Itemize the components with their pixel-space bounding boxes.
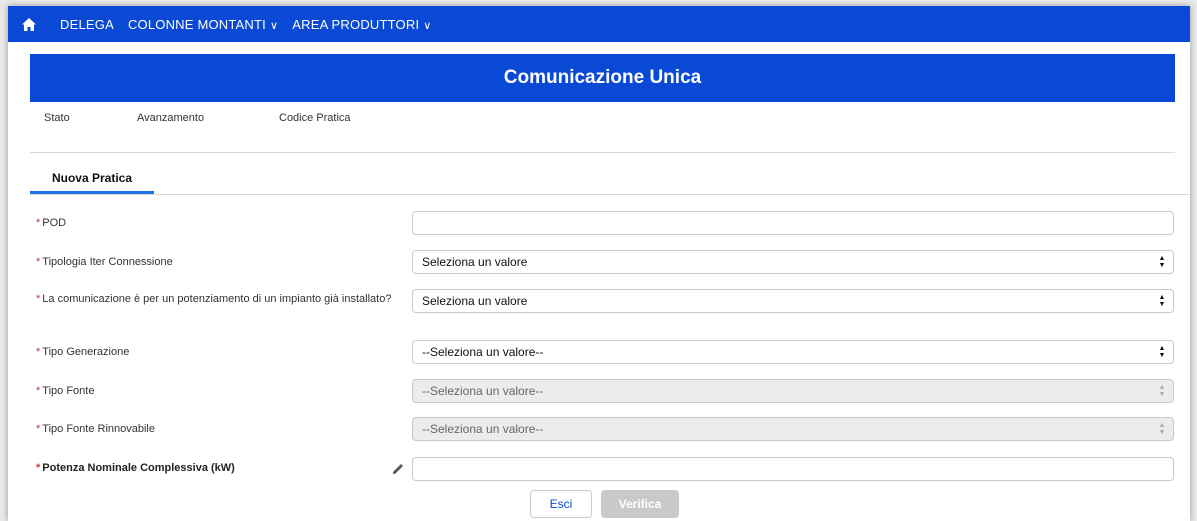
divider: [30, 194, 1190, 195]
tipo-fonte-value: --Seleziona un valore--: [422, 384, 544, 398]
tipo-generazione-label-text: Tipo Generazione: [42, 346, 130, 358]
esci-button-label: Esci: [549, 497, 573, 511]
required-marker: *: [36, 256, 41, 268]
tipologia-select[interactable]: Seleziona un valore ▲ ▼: [412, 250, 1174, 274]
pod-label: * POD: [36, 216, 66, 230]
esci-button[interactable]: Esci: [530, 490, 592, 518]
potenziamento-select[interactable]: Seleziona un valore ▲ ▼: [412, 289, 1174, 313]
required-marker: *: [36, 293, 41, 305]
top-navigation: DELEGA COLONNE MONTANTI ∨ AREA PRODUTTOR…: [8, 6, 1190, 42]
tipo-generazione-value: --Seleziona un valore--: [422, 345, 544, 359]
tab-label: Nuova Pratica: [51, 170, 133, 185]
potenza-input[interactable]: [412, 457, 1174, 481]
required-marker: *: [36, 217, 41, 229]
tipologia-label-text: Tipologia Iter Connessione: [42, 256, 173, 268]
tipo-fonte-label-text: Tipo Fonte: [42, 385, 95, 397]
nav-item-area-produttori[interactable]: AREA PRODUTTORI ∨: [292, 17, 431, 32]
potenziamento-label-text: La comunicazione è per un potenziamento …: [42, 293, 392, 305]
select-arrows-icon: ▲ ▼: [1158, 422, 1166, 436]
required-marker: *: [36, 385, 41, 397]
meta-avanzamento: Avanzamento: [137, 112, 205, 124]
nav-item-label: DELEGA: [60, 16, 114, 32]
meta-stato: Stato: [44, 112, 70, 124]
required-marker: *: [36, 462, 41, 474]
tipo-fonte-select[interactable]: --Seleziona un valore-- ▲ ▼: [412, 379, 1174, 403]
potenziamento-value: Seleziona un valore: [422, 294, 528, 308]
tipologia-value: Seleziona un valore: [422, 255, 528, 269]
required-marker: *: [36, 423, 41, 435]
page-header: Comunicazione Unica: [30, 54, 1175, 102]
select-arrows-icon: ▲ ▼: [1158, 294, 1166, 308]
tipo-fonte-rinnovabile-label-text: Tipo Fonte Rinnovabile: [42, 423, 155, 435]
meta-codice-pratica: Codice Pratica: [279, 112, 351, 124]
chevron-down-icon: ∨: [269, 19, 279, 32]
verifica-button[interactable]: Verifica: [601, 490, 679, 518]
pod-label-text: POD: [42, 217, 67, 229]
tipo-fonte-rinnovabile-select[interactable]: --Seleziona un valore-- ▲ ▼: [412, 417, 1174, 441]
tipo-generazione-select[interactable]: --Seleziona un valore-- ▲ ▼: [412, 340, 1174, 364]
verifica-button-label: Verifica: [618, 497, 662, 511]
tipo-fonte-rinnovabile-label: * Tipo Fonte Rinnovabile: [36, 422, 155, 436]
nav-item-label: COLONNE MONTANTI: [127, 16, 266, 32]
home-icon: [22, 17, 36, 31]
select-arrows-icon: ▲ ▼: [1158, 384, 1166, 398]
pod-input[interactable]: [412, 211, 1174, 235]
potenza-label-text: Potenza Nominale Complessiva (kW): [42, 462, 235, 474]
select-arrows-icon: ▲ ▼: [1158, 255, 1166, 269]
required-marker: *: [36, 346, 41, 358]
nav-item-delega[interactable]: DELEGA: [60, 17, 114, 32]
nav-item-label: AREA PRODUTTORI: [292, 16, 420, 32]
chevron-down-icon: ∨: [423, 19, 432, 32]
tipologia-label: * Tipologia Iter Connessione: [36, 255, 173, 269]
home-button[interactable]: [12, 6, 46, 42]
app-window: DELEGA COLONNE MONTANTI ∨ AREA PRODUTTOR…: [8, 6, 1190, 521]
potenza-label: * Potenza Nominale Complessiva (kW): [36, 461, 235, 475]
tipo-generazione-label: * Tipo Generazione: [36, 345, 129, 359]
tipo-fonte-rinnovabile-value: --Seleziona un valore--: [422, 422, 544, 436]
tab-nuova-pratica[interactable]: Nuova Pratica: [30, 164, 154, 194]
tipo-fonte-label: * Tipo Fonte: [36, 384, 94, 398]
select-arrows-icon: ▲ ▼: [1158, 345, 1166, 359]
potenziamento-label: * La comunicazione è per un potenziamento…: [36, 292, 396, 306]
nav-item-colonne-montanti[interactable]: COLONNE MONTANTI ∨: [128, 17, 278, 32]
divider: [30, 152, 1175, 153]
pencil-icon[interactable]: [391, 462, 405, 476]
page-title: Comunicazione Unica: [503, 67, 702, 88]
